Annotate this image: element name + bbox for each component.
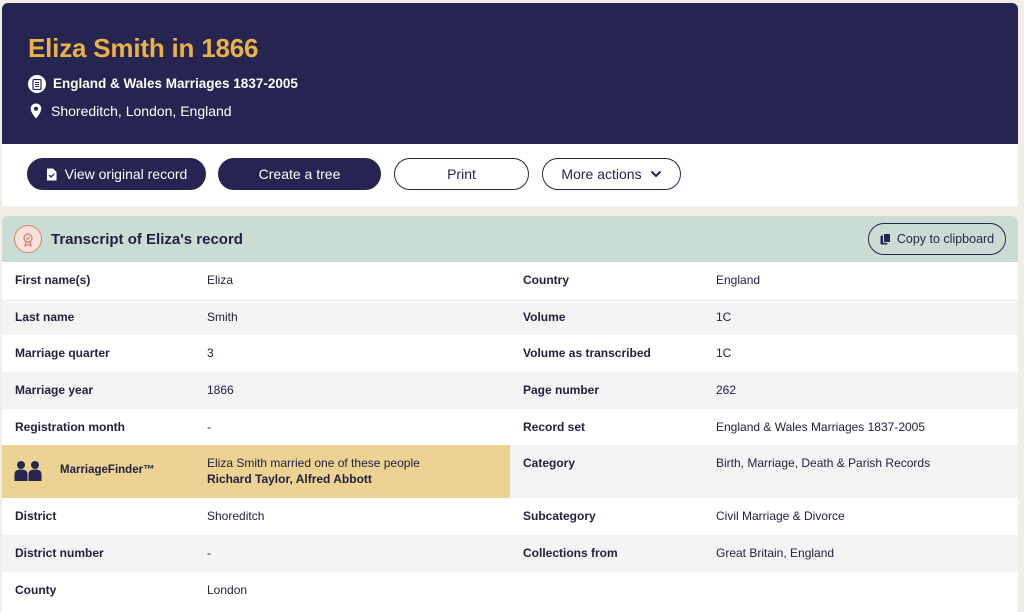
print-label: Print [447, 166, 476, 182]
field-value: 3 [207, 346, 214, 360]
document-icon [28, 75, 46, 93]
transcript-panel: Transcript of Eliza's record Copy to cli… [2, 216, 1018, 612]
map-pin-icon [28, 103, 44, 119]
marriage-finder-label: MarriageFinder™ [60, 464, 155, 476]
field-value: 1866 [207, 383, 234, 397]
field-value: Great Britain, England [716, 546, 835, 560]
marriage-finder-cell[interactable]: MarriageFinder™ Eliza Smith married one … [2, 445, 510, 498]
field-label: District number [15, 546, 104, 560]
field-label: District [15, 509, 57, 523]
copy-icon [880, 233, 891, 245]
seal-icon [14, 225, 42, 253]
location-text: Shoreditch, London, England [51, 103, 232, 119]
copy-to-clipboard-button[interactable]: Copy to clipboard [868, 223, 1006, 255]
collection-name[interactable]: England & Wales Marriages 1837-2005 [53, 75, 298, 93]
field-value: 262 [716, 383, 737, 397]
field-value: Eliza [207, 273, 234, 287]
transcript-header: Transcript of Eliza's record Copy to cli… [2, 216, 1018, 262]
field-value: - [207, 546, 211, 560]
field-value: - [207, 420, 211, 434]
table-row: County London [2, 572, 1018, 612]
create-tree-button[interactable]: Create a tree [218, 158, 381, 190]
field-value: Smith [207, 310, 238, 324]
copy-label: Copy to clipboard [896, 232, 995, 246]
table-row: Last name Smith Volume 1C [2, 299, 1018, 335]
more-actions-label: More actions [561, 166, 642, 182]
field-label: Collections from [523, 546, 618, 560]
marriage-finder-text: Eliza Smith married one of these people [207, 456, 420, 470]
table-row: District number - Collections from Great… [2, 535, 1018, 572]
table-row: MarriageFinder™ Eliza Smith married one … [2, 445, 1018, 498]
field-value: England [716, 273, 761, 287]
file-icon [46, 168, 57, 180]
field-label: Category [523, 456, 576, 470]
field-label: Subcategory [523, 509, 596, 523]
field-label: County [15, 583, 57, 597]
field-value: Birth, Marriage, Death & Parish Records [716, 456, 931, 470]
page-title: Eliza Smith in 1866 [28, 33, 259, 63]
field-label: First name(s) [15, 273, 91, 287]
marriage-finder-names[interactable]: Richard Taylor, Alfred Abbott [207, 472, 372, 487]
field-value: Civil Marriage & Divorce [716, 509, 845, 523]
location-line: Shoreditch, London, England [28, 102, 992, 120]
field-label: Volume as transcribed [523, 346, 651, 360]
print-button[interactable]: Print [394, 158, 529, 190]
field-value: London [207, 583, 248, 597]
field-value: 1C [716, 346, 732, 360]
collection-line: England & Wales Marriages 1837-2005 [28, 75, 992, 93]
field-label: Page number [523, 383, 600, 397]
field-value: England & Wales Marriages 1837-2005 [716, 420, 926, 434]
record-header: Eliza Smith in 1866 England & Wales Marr… [2, 3, 1018, 144]
table-row: Registration month - Record set England … [2, 409, 1018, 445]
field-label: Country [523, 273, 569, 287]
field-value: 1C [716, 310, 732, 324]
field-label: Registration month [15, 420, 125, 434]
field-label: Last name [15, 310, 75, 324]
table-row: Marriage quarter 3 Volume as transcribed… [2, 335, 1018, 372]
field-label: Marriage quarter [15, 346, 110, 360]
view-original-record-button[interactable]: View original record [27, 158, 206, 190]
table-row: Marriage year 1866 Page number 262 [2, 372, 1018, 409]
field-value: Shoreditch [207, 509, 265, 523]
field-label: Record set [523, 420, 586, 434]
action-bar: View original record Create a tree Print… [2, 144, 1018, 206]
create-tree-label: Create a tree [258, 166, 341, 182]
field-label: Volume [523, 310, 566, 324]
people-icon [14, 461, 42, 481]
view-original-label: View original record [64, 166, 188, 182]
chevron-down-icon [650, 170, 661, 178]
transcript-title: Transcript of Eliza's record [51, 230, 243, 248]
table-row: First name(s) Eliza Country England [2, 262, 1018, 299]
field-label: Marriage year [15, 383, 94, 397]
table-row: District Shoreditch Subcategory Civil Ma… [2, 498, 1018, 535]
more-actions-button[interactable]: More actions [542, 158, 681, 190]
